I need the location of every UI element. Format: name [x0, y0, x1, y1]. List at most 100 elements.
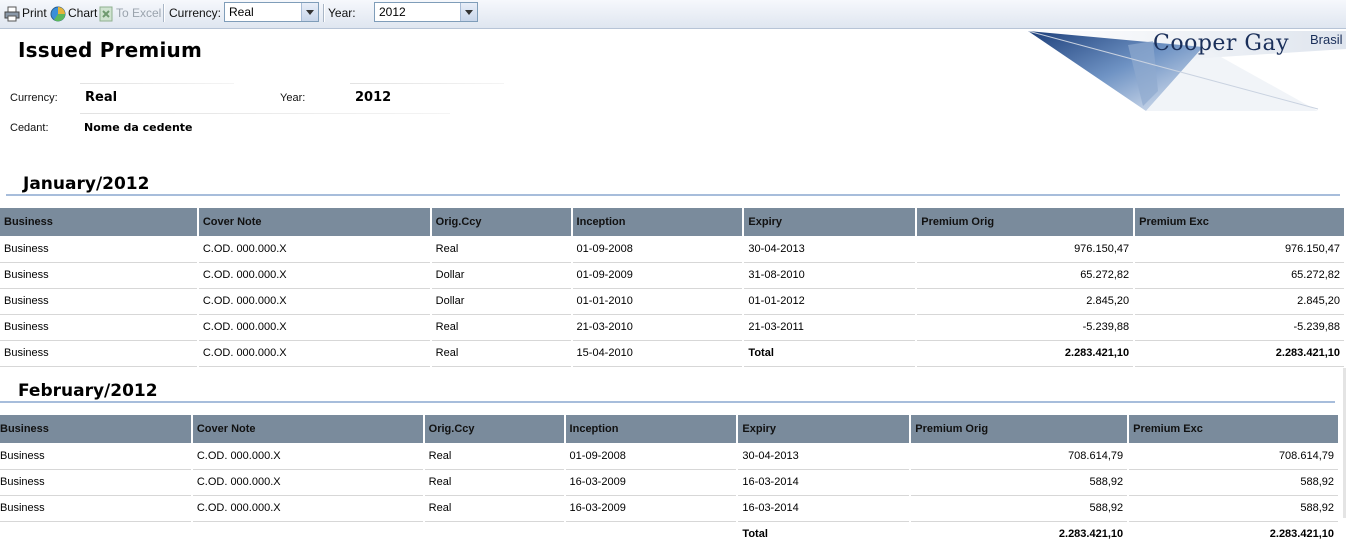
- cell-expiry: 16-03-2014: [737, 469, 912, 496]
- chevron-down-icon[interactable]: [301, 3, 318, 21]
- total-label: Total: [737, 521, 912, 547]
- currency-label: Currency:: [169, 6, 222, 20]
- cell-expiry: 16-03-2014: [737, 495, 912, 522]
- empty-cell: [564, 521, 739, 547]
- to-excel-button[interactable]: To Excel: [98, 0, 161, 26]
- cell-expiry: 31-08-2010: [743, 262, 918, 289]
- cell-premium-orig: 588,92: [910, 495, 1130, 522]
- column-header[interactable]: Inception: [571, 208, 745, 236]
- divider: [350, 83, 504, 84]
- cell-business: Business: [0, 340, 199, 367]
- divider: [80, 83, 234, 84]
- february-table: Business Cover Note Orig.Ccy Inception E…: [0, 415, 1340, 547]
- cell-business: Business: [0, 262, 199, 289]
- print-label: Print: [22, 6, 47, 20]
- currency-field-value: Real: [85, 90, 118, 105]
- total-premium-exc: 2.283.421,10: [1128, 521, 1340, 547]
- cell-inception: 15-04-2010: [571, 340, 745, 367]
- cell-inception: 16-03-2009: [564, 495, 739, 522]
- table-row[interactable]: Business C.OD. 000.000.X Dollar 01-09-20…: [0, 262, 1346, 289]
- cell-cover-note: C.OD. 000.000.X: [197, 288, 432, 315]
- cell-premium-exc: 708.614,79: [1128, 443, 1340, 470]
- chart-label: Chart: [68, 6, 98, 20]
- column-header[interactable]: Premium Orig: [916, 208, 1136, 236]
- divider: [80, 113, 450, 114]
- toolbar: Print Chart To Excel Currency: Real Year…: [0, 0, 1346, 29]
- table-header-row: Business Cover Note Orig.Ccy Inception E…: [0, 208, 1346, 236]
- cell-orig-ccy: Dollar: [430, 288, 573, 315]
- column-header[interactable]: Business: [0, 415, 193, 443]
- total-premium-orig: 2.283.421,10: [916, 340, 1136, 367]
- cell-expiry: 21-03-2011: [743, 314, 918, 341]
- year-label: Year:: [328, 6, 356, 20]
- column-header[interactable]: Expiry: [743, 208, 918, 236]
- table-row[interactable]: Business C.OD. 000.000.X Real 16-03-2009…: [0, 469, 1340, 496]
- cell-premium-exc: 65.272,82: [1134, 262, 1346, 289]
- cell-cover-note: C.OD. 000.000.X: [191, 469, 425, 496]
- page-title: Issued Premium: [18, 38, 202, 62]
- section-title-january: January/2012: [23, 174, 150, 194]
- cell-cover-note: C.OD. 000.000.X: [197, 262, 432, 289]
- cell-inception: 01-09-2008: [571, 236, 745, 263]
- cedant-field-value: Nome da cedente: [84, 121, 193, 134]
- january-table: Business Cover Note Orig.Ccy Inception E…: [0, 208, 1346, 367]
- cell-premium-orig: 976.150,47: [916, 236, 1136, 263]
- table-row[interactable]: Business C.OD. 000.000.X Real 15-04-2010…: [0, 340, 1346, 367]
- cell-orig-ccy: Real: [430, 340, 573, 367]
- cell-business: Business: [0, 443, 193, 470]
- cell-inception: 01-01-2010: [571, 288, 745, 315]
- cell-premium-orig: 708.614,79: [910, 443, 1130, 470]
- column-header[interactable]: Premium Exc: [1134, 208, 1346, 236]
- chevron-down-icon[interactable]: [460, 3, 477, 21]
- table-row[interactable]: Business C.OD. 000.000.X Dollar 01-01-20…: [0, 288, 1346, 315]
- cell-orig-ccy: Real: [423, 443, 566, 470]
- cell-inception: 01-09-2009: [571, 262, 745, 289]
- cell-cover-note: C.OD. 000.000.X: [197, 236, 432, 263]
- chart-button[interactable]: Chart: [50, 0, 97, 26]
- column-header[interactable]: Premium Orig: [910, 415, 1130, 443]
- cell-business: Business: [0, 288, 199, 315]
- column-header[interactable]: Orig.Ccy: [423, 415, 566, 443]
- total-premium-orig: 2.283.421,10: [910, 521, 1130, 547]
- cell-orig-ccy: Real: [430, 314, 573, 341]
- table-row[interactable]: Business C.OD. 000.000.X Real 16-03-2009…: [0, 495, 1340, 522]
- currency-field-label: Currency:: [10, 92, 58, 104]
- print-button[interactable]: Print: [4, 0, 47, 26]
- cell-inception: 21-03-2010: [571, 314, 745, 341]
- section-divider: [0, 401, 1335, 403]
- table-row[interactable]: Business C.OD. 000.000.X Real 01-09-2008…: [0, 443, 1340, 470]
- table-row[interactable]: Business C.OD. 000.000.X Real 21-03-2010…: [0, 314, 1346, 341]
- currency-select[interactable]: Real: [224, 2, 319, 22]
- pie-chart-icon: [50, 5, 66, 22]
- column-header[interactable]: Premium Exc: [1128, 415, 1340, 443]
- cell-cover-note: C.OD. 000.000.X: [191, 443, 425, 470]
- column-header[interactable]: Inception: [564, 415, 739, 443]
- cell-expiry: 01-01-2012: [743, 288, 918, 315]
- cell-business: Business: [0, 495, 193, 522]
- cell-inception: 01-09-2008: [564, 443, 739, 470]
- section-divider: [6, 194, 1340, 196]
- cell-orig-ccy: Real: [430, 236, 573, 263]
- cell-premium-orig: 65.272,82: [916, 262, 1136, 289]
- to-excel-label: To Excel: [116, 6, 162, 20]
- cell-orig-ccy: Real: [423, 469, 566, 496]
- cell-premium-exc: 588,92: [1128, 469, 1340, 496]
- cell-cover-note: C.OD. 000.000.X: [191, 495, 425, 522]
- printer-icon: [4, 5, 20, 22]
- cell-orig-ccy: Real: [423, 495, 566, 522]
- column-header[interactable]: Cover Note: [191, 415, 425, 443]
- column-header[interactable]: Orig.Ccy: [430, 208, 573, 236]
- column-header[interactable]: Expiry: [737, 415, 912, 443]
- column-header[interactable]: Business: [0, 208, 199, 236]
- currency-select-value: Real: [229, 5, 254, 19]
- year-field-label: Year:: [280, 92, 306, 104]
- column-header[interactable]: Cover Note: [197, 208, 432, 236]
- cell-business: Business: [0, 469, 193, 496]
- table-row[interactable]: Business C.OD. 000.000.X Real 01-09-2008…: [0, 236, 1346, 263]
- year-select[interactable]: 2012: [374, 2, 478, 22]
- toolbar-separator: [323, 4, 325, 22]
- cell-premium-exc: 2.845,20: [1134, 288, 1346, 315]
- total-row: Total 2.283.421,10 2.283.421,10: [0, 521, 1340, 547]
- section-title-february: February/2012: [18, 381, 158, 401]
- empty-cell: [191, 521, 425, 547]
